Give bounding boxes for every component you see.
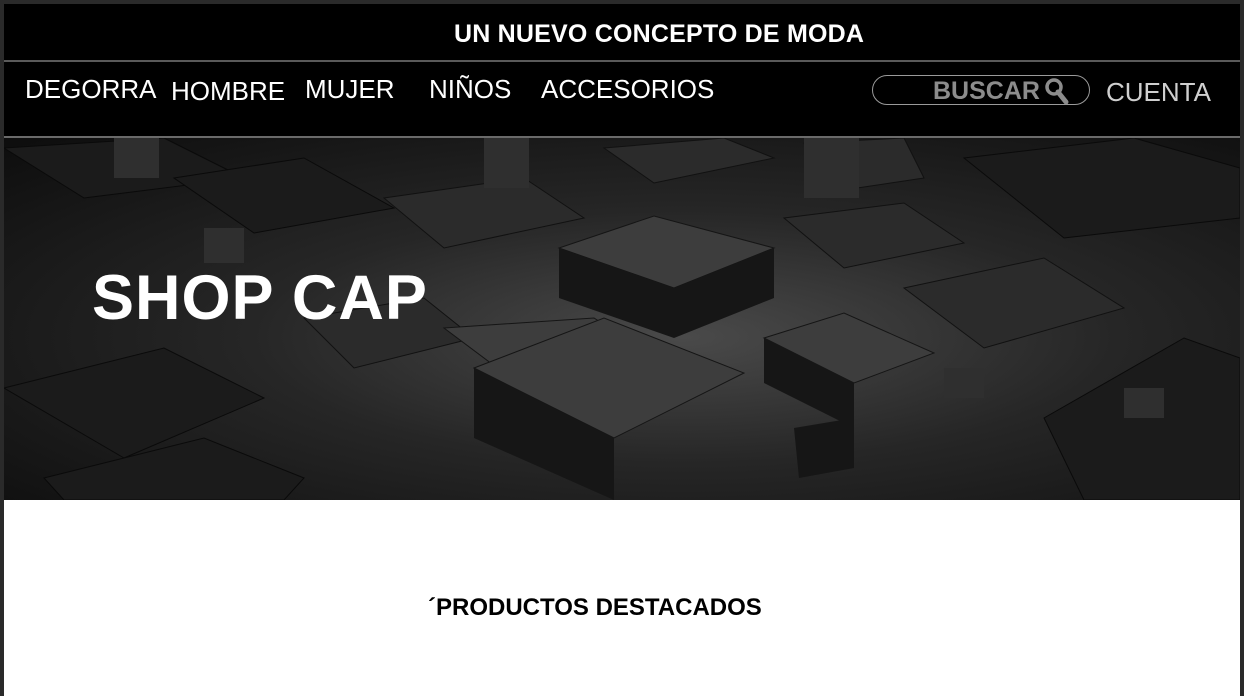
nav-item-mujer[interactable]: MUJER	[305, 74, 395, 105]
account-link[interactable]: CUENTA	[1106, 77, 1211, 108]
nav-item-ninos[interactable]: NIÑOS	[429, 74, 511, 105]
page-frame: UN NUEVO CONCEPTO DE MODA DEGORRA HOMBRE…	[0, 0, 1244, 696]
announcement-text: UN NUEVO CONCEPTO DE MODA	[454, 20, 865, 48]
main-navigation: DEGORRA HOMBRE MUJER NIÑOS ACCESORIOS BU…	[4, 62, 1240, 138]
hero-banner: SHOP CAP	[4, 138, 1240, 500]
hero-title: SHOP CAP	[92, 263, 428, 333]
search-label: BUSCAR	[933, 77, 1040, 105]
search-icon[interactable]	[1044, 77, 1070, 105]
nav-item-degorra[interactable]: DEGORRA	[25, 74, 156, 105]
nav-item-accesorios[interactable]: ACCESORIOS	[541, 74, 714, 105]
search-input[interactable]: BUSCAR	[872, 75, 1090, 105]
nav-item-hombre[interactable]: HOMBRE	[171, 76, 285, 107]
announcement-bar: UN NUEVO CONCEPTO DE MODA	[4, 4, 1240, 62]
featured-products-heading: ´PRODUCTOS DESTACADOS	[428, 594, 762, 621]
